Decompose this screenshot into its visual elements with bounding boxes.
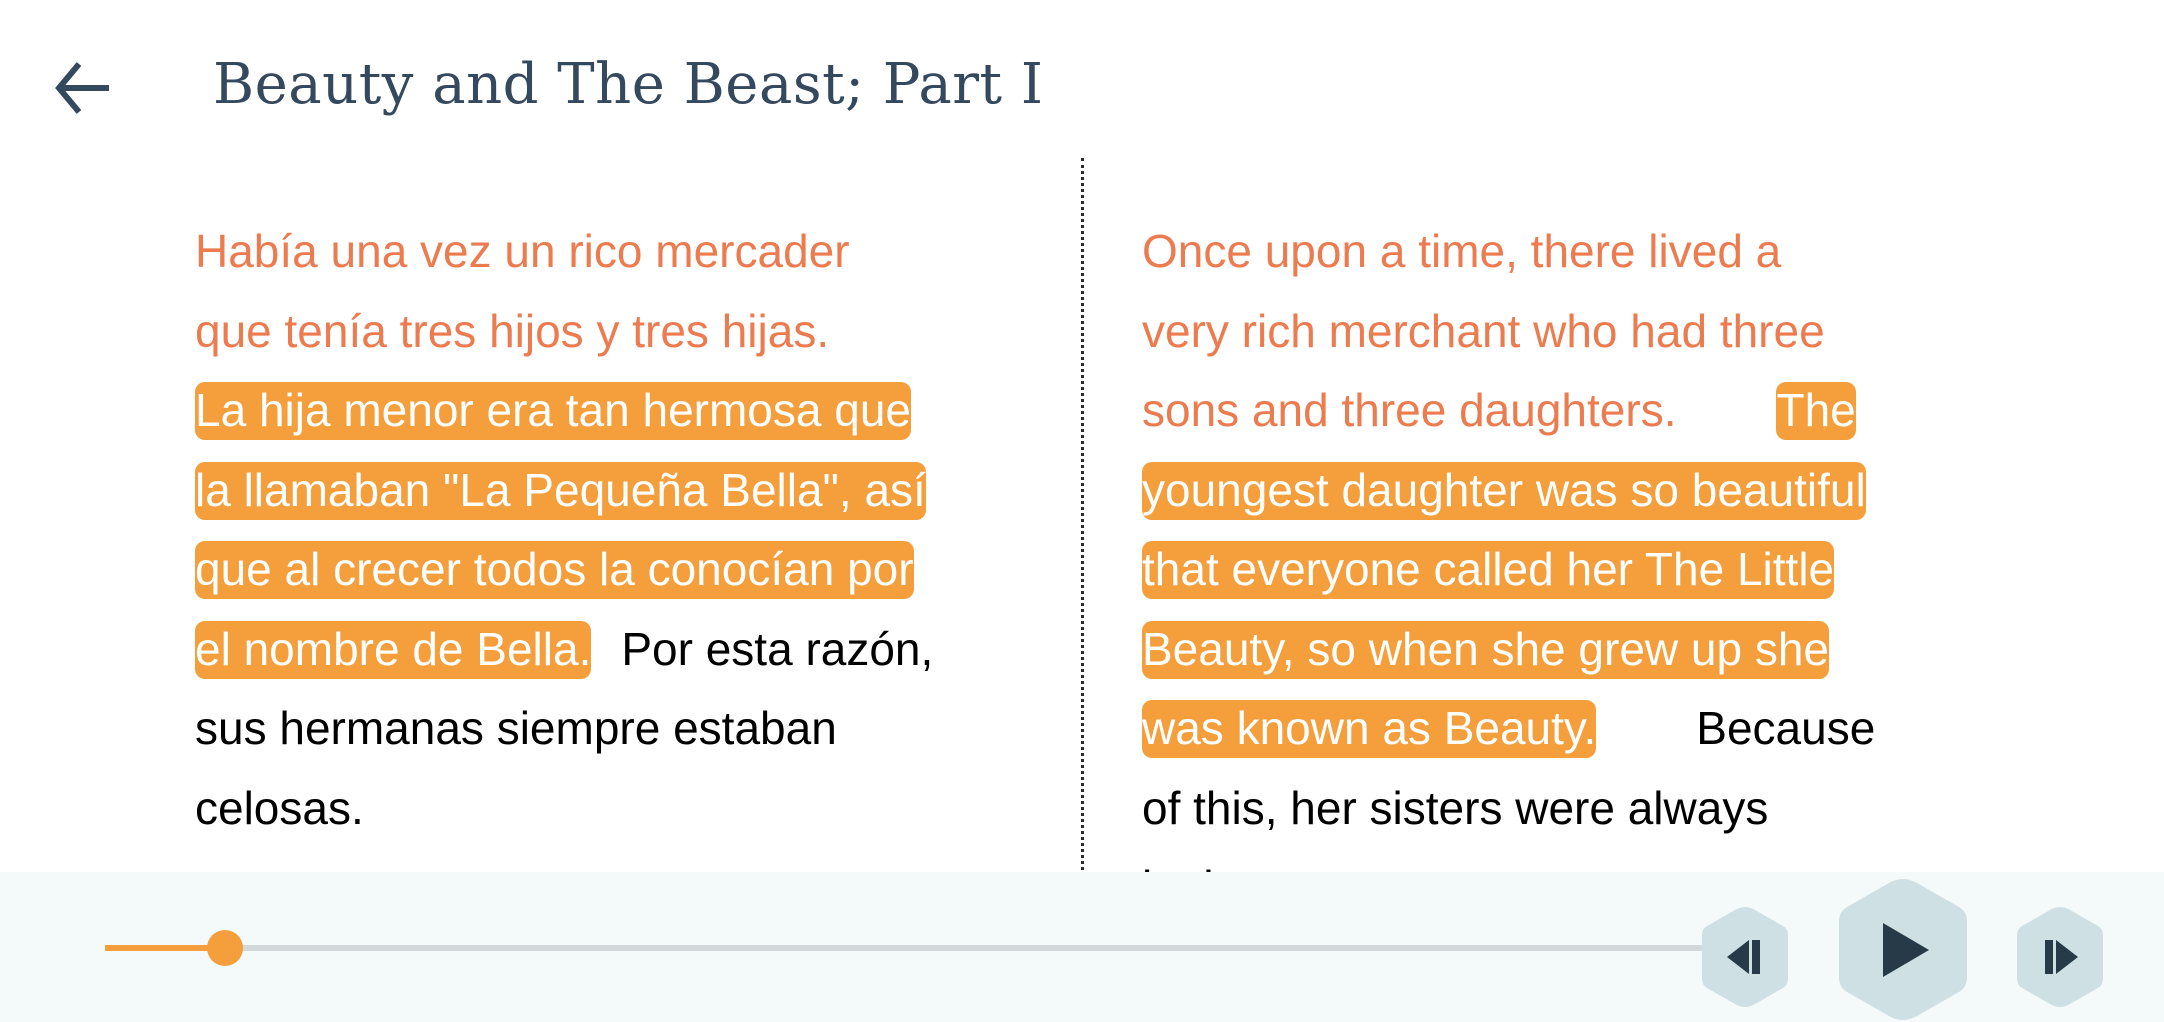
text-line: of this, her sisters were always	[1142, 769, 1982, 849]
highlighted-sentence[interactable]: was known as Beauty.	[1142, 700, 1597, 758]
read-sentence[interactable]: sons and three daughters.	[1142, 384, 1676, 436]
read-sentence[interactable]: Había una vez un rico mercader	[195, 225, 850, 277]
text-line: youngest daughter was so beautiful	[1142, 451, 1982, 531]
text-line: sus hermanas siempre estaban	[195, 689, 1035, 769]
highlighted-sentence[interactable]: La hija menor era tan hermosa que	[195, 382, 911, 440]
text-line: celosas.	[195, 769, 1035, 849]
read-sentence[interactable]: very rich merchant who had three	[1142, 305, 1825, 357]
unread-sentence[interactable]: of this, her sisters were always	[1142, 782, 1768, 834]
column-divider	[1081, 158, 1084, 870]
header: Beauty and The Beast; Part I	[0, 0, 2164, 170]
read-sentence[interactable]: que tenía tres hijos y tres hijas.	[195, 305, 829, 357]
highlighted-sentence[interactable]: The	[1776, 382, 1856, 440]
audio-player-bar	[0, 872, 2164, 1022]
text-line: Había una vez un rico mercader	[195, 212, 1035, 292]
highlighted-sentence[interactable]: la llamaban "La Pequeña Bella", así	[195, 461, 926, 520]
arrow-left-icon	[55, 62, 109, 114]
text-line: el nombre de Bella. Por esta razón,	[195, 610, 1035, 690]
unread-sentence[interactable]: Because	[1696, 702, 1875, 754]
highlighted-sentence[interactable]: Beauty, so when she grew up she	[1142, 620, 1830, 679]
page-title: Beauty and The Beast; Part I	[213, 52, 1044, 117]
text-line: Once upon a time, there lived a	[1142, 212, 1982, 292]
text-line: La hija menor era tan hermosa que	[195, 371, 1035, 451]
progress-thumb[interactable]	[207, 930, 243, 966]
text-line: Beauty, so when she grew up she	[1142, 610, 1982, 690]
highlighted-sentence[interactable]: youngest daughter was so beautiful	[1142, 461, 1866, 520]
progress-slider[interactable]	[105, 930, 1705, 966]
text-line: very rich merchant who had three	[1142, 292, 1982, 372]
skip-previous-sentence-icon	[1727, 940, 1760, 974]
play-button[interactable]	[1835, 877, 1971, 1022]
next-sentence-button[interactable]	[2015, 905, 2105, 1009]
unread-sentence[interactable]: Por esta razón,	[621, 623, 933, 675]
play-icon	[1883, 922, 1929, 977]
previous-sentence-button[interactable]	[1700, 905, 1790, 1009]
reader-screen: Beauty and The Beast; Part I Había una v…	[0, 0, 2164, 1022]
back-button[interactable]	[50, 56, 114, 120]
unread-sentence[interactable]: sus hermanas siempre estaban	[195, 702, 837, 754]
text-line: was known as Beauty. Because	[1142, 689, 1982, 769]
spanish-text-column: Había una vez un rico mercader que tenía…	[195, 212, 1035, 848]
text-line: que tenía tres hijos y tres hijas.	[195, 292, 1035, 372]
text-line: la llamaban "La Pequeña Bella", así	[195, 451, 1035, 531]
highlighted-sentence[interactable]: el nombre de Bella.	[195, 620, 592, 679]
highlighted-sentence[interactable]: that everyone called her The Little	[1142, 541, 1835, 599]
read-sentence[interactable]: Once upon a time, there lived a	[1142, 225, 1781, 277]
text-line: que al crecer todos la conocían por	[195, 530, 1035, 610]
highlighted-sentence[interactable]: que al crecer todos la conocían por	[195, 541, 914, 599]
text-line: that everyone called her The Little	[1142, 530, 1982, 610]
skip-next-sentence-icon	[2045, 940, 2078, 974]
text-line: sons and three daughters. The	[1142, 371, 1982, 451]
english-text-column: Once upon a time, there lived a very ric…	[1142, 212, 1982, 928]
unread-sentence[interactable]: celosas.	[195, 782, 364, 834]
